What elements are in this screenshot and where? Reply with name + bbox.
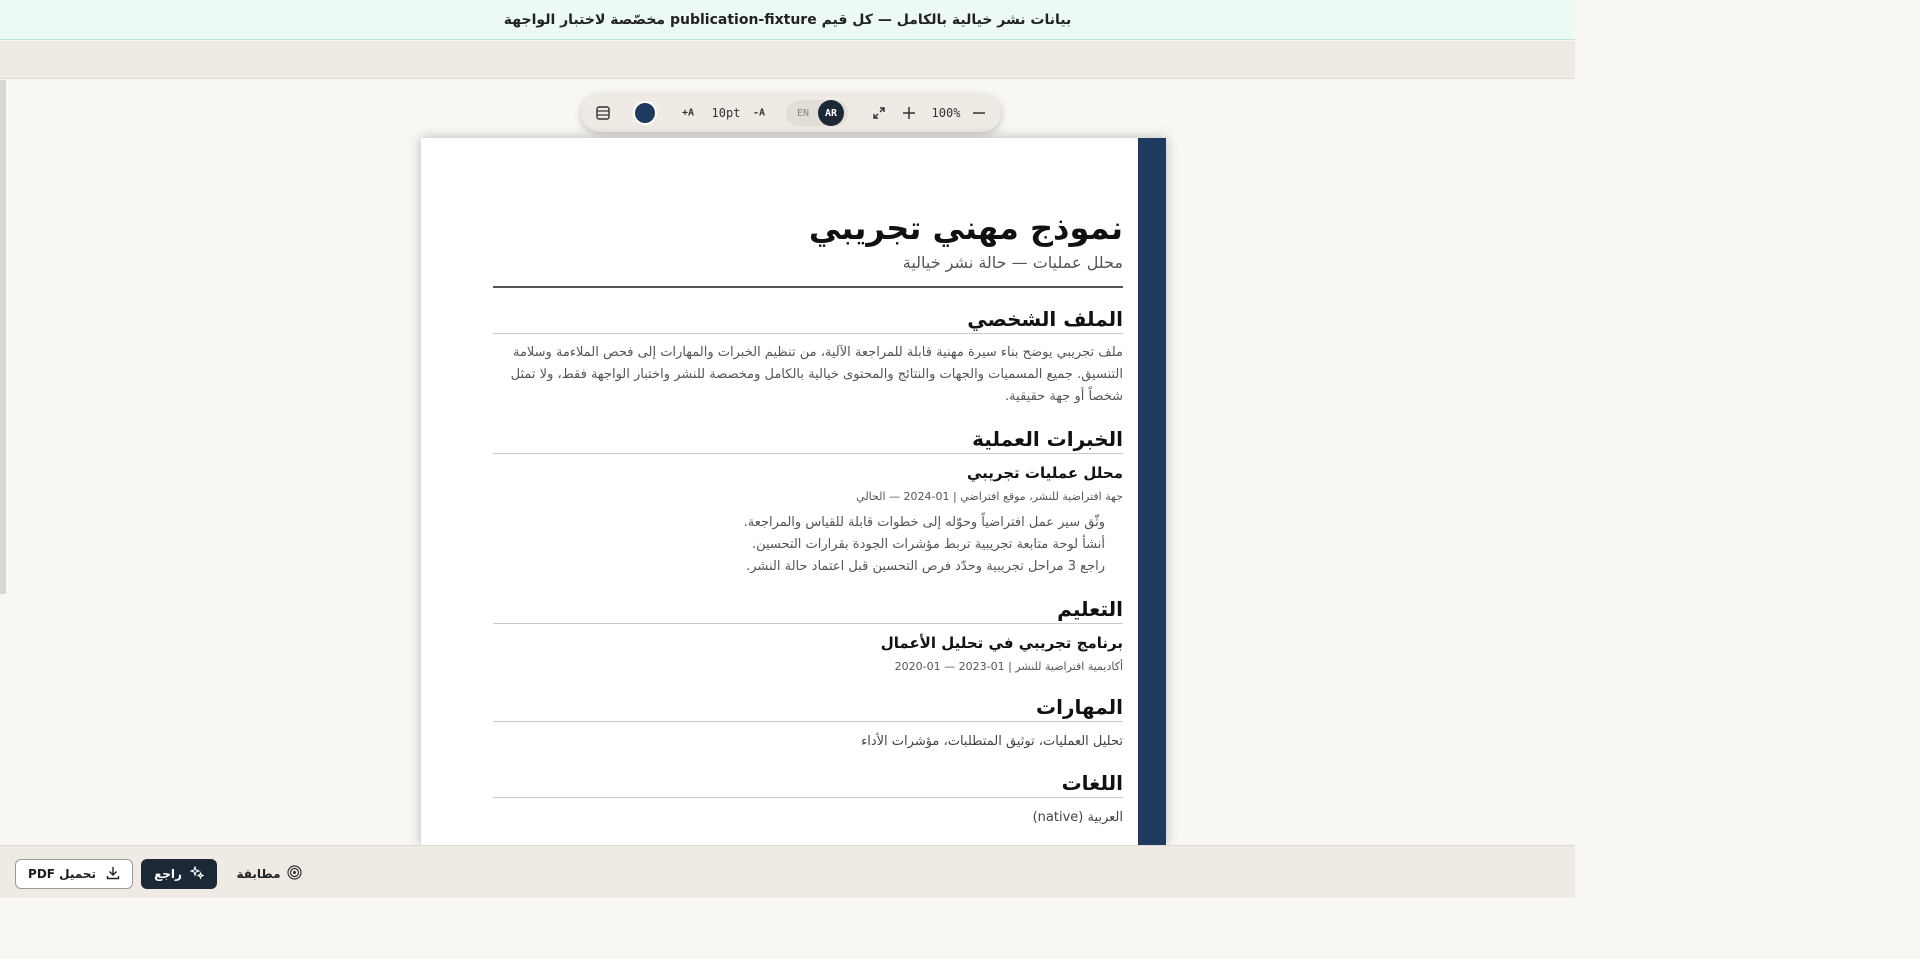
- list-item: أنشأ لوحة متابعة تجريبية تربط مؤشرات الج…: [751, 537, 1105, 552]
- accent-stripe: [1138, 138, 1166, 845]
- download-icon: [106, 866, 120, 883]
- match-button[interactable]: مطابقة: [234, 859, 304, 889]
- zoom-in-icon[interactable]: [897, 101, 921, 125]
- sparkles-icon: [189, 864, 205, 883]
- download-pdf-label: تحميل PDF: [28, 867, 96, 881]
- experience-bullets: وثّق سير عمل افتراضياً وحوّله إلى خطوات …: [493, 512, 1123, 578]
- education-program: برنامج تجريبي في تحليل الأعمال: [880, 634, 1123, 652]
- font-increase-button[interactable]: +A: [678, 108, 698, 119]
- section-heading-experience: الخبرات العملية: [493, 426, 1123, 454]
- resume-content: نموذج مهني تجريبي محلل عمليات — حالة نشر…: [493, 208, 1123, 828]
- zoom-level: 100%: [931, 106, 961, 120]
- review-label: راجع: [154, 867, 182, 881]
- job-meta: جهة افتراضية للنشر، موقع افتراضي | 01-20…: [856, 490, 1123, 503]
- header-divider: [493, 286, 1123, 288]
- accent-color-picker[interactable]: [633, 101, 657, 125]
- layout-icon[interactable]: [591, 101, 615, 125]
- document-viewport[interactable]: نموذج مهني تجريبي محلل عمليات — حالة نشر…: [421, 138, 1166, 845]
- document-toolbar: +A 10pt -A EN AR 100%: [581, 94, 1001, 132]
- list-item: وثّق سير عمل افتراضياً وحوّله إلى خطوات …: [743, 515, 1105, 530]
- section-heading-profile: الملف الشخصي: [493, 306, 1123, 334]
- list-item: راجع 3 مراحل تجريبية وحدّد فرص التحسين ق…: [746, 559, 1105, 574]
- skills-text: تحليل العمليات، توثيق المتطلبات، مؤشرات …: [861, 734, 1123, 749]
- match-label: مطابقة: [236, 867, 281, 881]
- profile-text: ملف تجريبي يوضح بناء سيرة مهنية قابلة لل…: [510, 345, 1123, 404]
- review-button[interactable]: راجع: [141, 859, 217, 889]
- bottom-action-bar: تحميل PDF راجع مطابقة: [0, 845, 1575, 898]
- left-scroll-edge: [0, 80, 6, 594]
- section-heading-education: التعليم: [493, 596, 1123, 624]
- lang-en-option[interactable]: EN: [790, 103, 816, 123]
- font-decrease-button[interactable]: -A: [749, 108, 769, 119]
- zoom-out-icon[interactable]: [967, 101, 991, 125]
- target-icon: [286, 865, 302, 883]
- secondary-bar: [0, 41, 1575, 79]
- lang-ar-option[interactable]: AR: [818, 100, 844, 126]
- fullscreen-icon[interactable]: [867, 101, 891, 125]
- fixture-banner: بيانات نشر خيالية بالكامل — كل قيم publi…: [0, 0, 1575, 40]
- section-heading-languages: اللغات: [493, 770, 1123, 798]
- languages-text: العربية (native): [1032, 810, 1123, 825]
- accent-color-swatch[interactable]: [633, 101, 657, 125]
- download-pdf-button[interactable]: تحميل PDF: [15, 859, 133, 889]
- resume-page: نموذج مهني تجريبي محلل عمليات — حالة نشر…: [421, 138, 1166, 845]
- resume-name: نموذج مهني تجريبي: [808, 209, 1123, 247]
- resume-title: محلل عمليات — حالة نشر خيالية: [902, 253, 1123, 272]
- job-title: محلل عمليات تجريبي: [966, 464, 1123, 482]
- education-meta: أكاديمية افتراضية للنشر | 01-2023 — 01-2…: [894, 660, 1123, 673]
- banner-text: بيانات نشر خيالية بالكامل — كل قيم publi…: [503, 11, 1072, 28]
- section-heading-skills: المهارات: [493, 694, 1123, 722]
- font-size-display: 10pt: [711, 106, 741, 120]
- language-toggle[interactable]: EN AR: [786, 100, 848, 126]
